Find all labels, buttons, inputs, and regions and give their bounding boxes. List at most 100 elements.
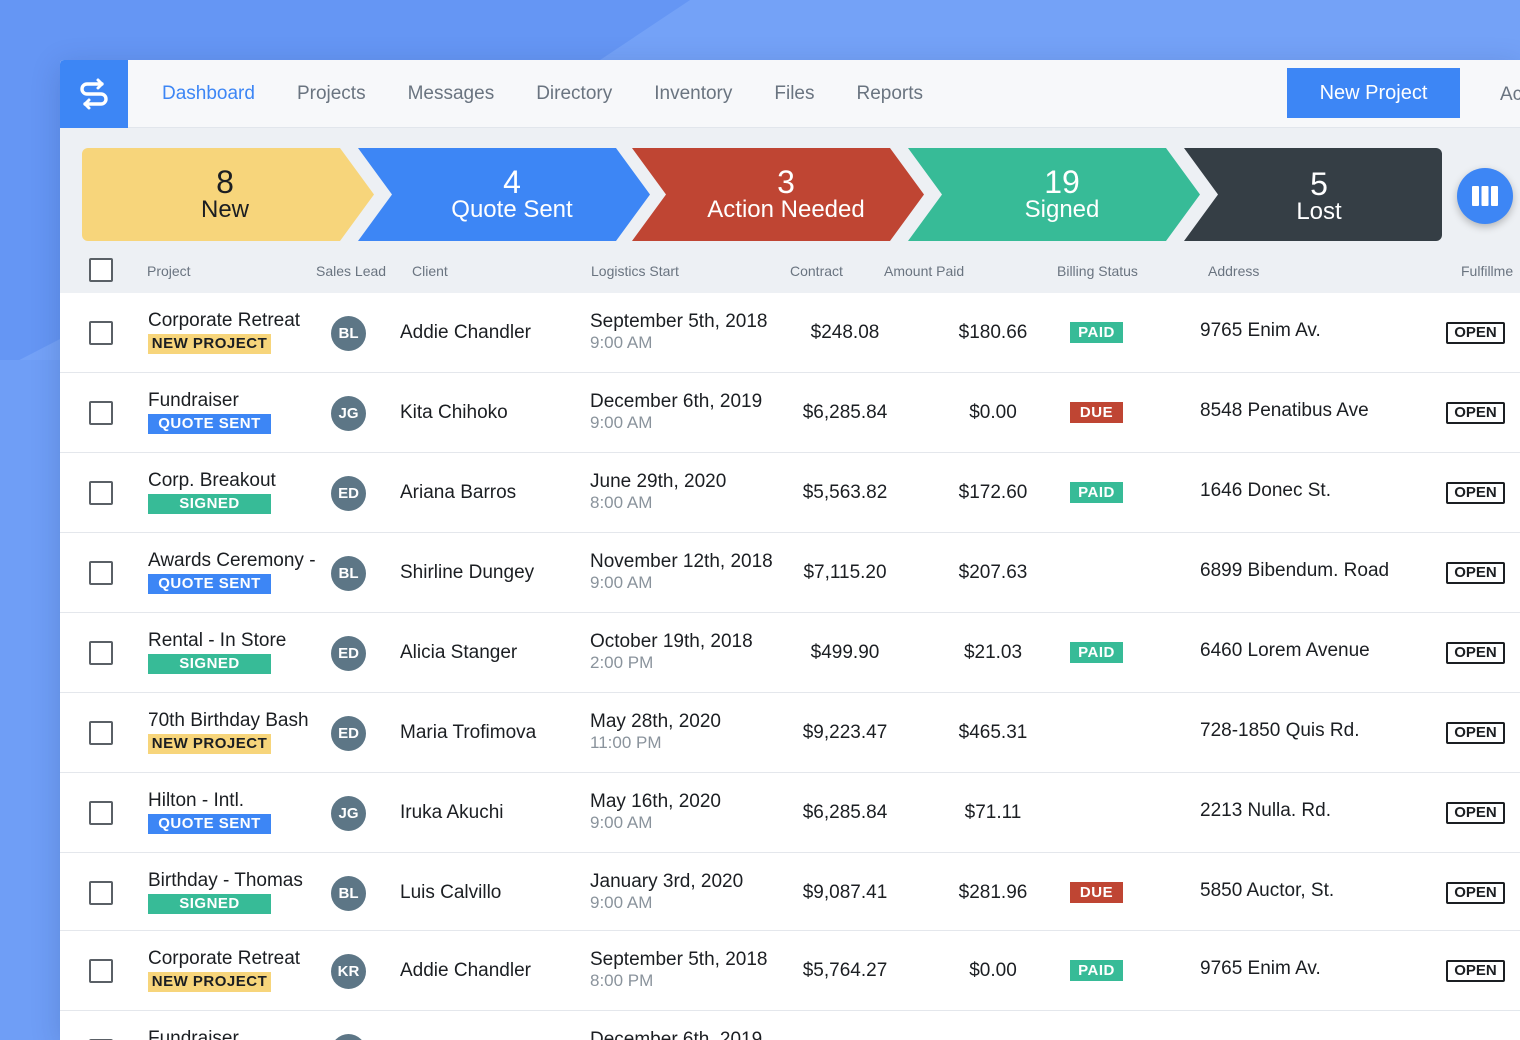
column-header-billing-status[interactable]: Billing Status bbox=[1057, 263, 1138, 279]
project-status-badge: QUOTE SENT bbox=[148, 814, 271, 834]
fulfillment-status-badge: OPEN bbox=[1446, 722, 1505, 744]
sales-lead-avatar[interactable]: ED bbox=[331, 636, 366, 671]
column-header-client[interactable]: Client bbox=[412, 263, 448, 279]
logistics-date: September 5th, 2018 bbox=[590, 311, 768, 332]
sales-lead-avatar[interactable]: JG bbox=[331, 396, 366, 431]
project-name[interactable]: Corporate Retreat bbox=[148, 948, 300, 970]
client-name: Alicia Stanger bbox=[400, 642, 518, 663]
logistics-time: 8:00 AM bbox=[590, 493, 653, 512]
project-status-badge: NEW PROJECT bbox=[148, 972, 271, 992]
table-row[interactable]: Birthday - Thomas SIGNED BL Luis Calvillo Ja… bbox=[60, 853, 1520, 931]
columns-toggle-button[interactable] bbox=[1457, 168, 1513, 224]
table-row[interactable]: Corp. Breakout SIGNED ED Ariana Barros June … bbox=[60, 453, 1520, 533]
project-name[interactable]: 70th Birthday Bash bbox=[148, 710, 309, 732]
billing-status-badge: PAID bbox=[1070, 322, 1123, 343]
table-row[interactable]: Corporate Retreat NEW PROJECT KR Addie Chan… bbox=[60, 931, 1520, 1011]
stage-action-needed[interactable]: 3 Action Needed bbox=[632, 148, 924, 241]
stage-label: Lost bbox=[1296, 197, 1342, 225]
column-header-sales-lead[interactable]: Sales Lead bbox=[316, 263, 386, 279]
project-name[interactable]: Birthday - Thomas bbox=[148, 870, 303, 892]
column-header-logistics-start[interactable]: Logistics Start bbox=[591, 263, 679, 279]
row-checkbox[interactable] bbox=[89, 721, 113, 745]
nav-reports[interactable]: Reports bbox=[857, 83, 924, 105]
stage-count: 19 bbox=[1044, 163, 1080, 200]
nav-files[interactable]: Files bbox=[774, 83, 814, 105]
nav-dashboard[interactable]: Dashboard bbox=[162, 83, 255, 105]
sales-lead-avatar[interactable]: JG bbox=[331, 796, 366, 831]
stage-new[interactable]: 8 New bbox=[82, 148, 374, 241]
billing-status-badge: DUE bbox=[1070, 882, 1123, 903]
project-name[interactable]: Rental - In Store bbox=[148, 630, 286, 652]
stage-quote-sent[interactable]: 4 Quote Sent bbox=[358, 148, 650, 241]
stage-label: Action Needed bbox=[707, 195, 865, 223]
billing-status-badge: DUE bbox=[1070, 402, 1123, 423]
column-header-amount-paid[interactable]: Amount Paid bbox=[884, 263, 964, 279]
project-name[interactable]: Hilton - Intl. bbox=[148, 790, 244, 812]
fulfillment-status-badge: OPEN bbox=[1446, 482, 1505, 504]
row-checkbox[interactable] bbox=[89, 561, 113, 585]
fulfillment-status-badge: OPEN bbox=[1446, 882, 1505, 904]
nav-directory[interactable]: Directory bbox=[536, 83, 612, 105]
fulfillment-status-badge: OPEN bbox=[1446, 642, 1505, 664]
address: 8548 Penatibus Ave bbox=[1200, 400, 1369, 421]
table-row[interactable]: Corporate Retreat NEW PROJECT BL Addie Chan… bbox=[60, 293, 1520, 373]
column-header-contract[interactable]: Contract bbox=[790, 263, 843, 279]
sales-lead-avatar[interactable]: ED bbox=[331, 716, 366, 751]
contract-amount: $6,285.84 bbox=[802, 402, 888, 423]
column-header-fulfillment[interactable]: Fulfillme bbox=[1461, 263, 1513, 279]
sales-lead-avatar[interactable]: BL bbox=[331, 556, 366, 591]
stage-lost[interactable]: 5 Lost bbox=[1184, 148, 1442, 241]
app-window: Dashboard Projects Messages Directory In… bbox=[60, 60, 1520, 1040]
project-name[interactable]: Fundraiser bbox=[148, 1028, 239, 1040]
project-name[interactable]: Corporate Retreat bbox=[148, 310, 300, 332]
nav-account-link[interactable]: Ac bbox=[1500, 84, 1520, 106]
app-logo-icon[interactable] bbox=[60, 60, 128, 128]
client-name: Addie Chandler bbox=[400, 960, 531, 981]
nav-messages[interactable]: Messages bbox=[408, 83, 495, 105]
address: 2213 Nulla. Rd. bbox=[1200, 800, 1331, 821]
sales-lead-avatar[interactable]: ED bbox=[331, 476, 366, 511]
stage-label: Quote Sent bbox=[451, 195, 573, 223]
address: 9765 Enim Av. bbox=[1200, 320, 1321, 341]
stage-signed[interactable]: 19 Signed bbox=[908, 148, 1200, 241]
stage-count: 8 bbox=[216, 163, 234, 200]
fulfillment-status-badge: OPEN bbox=[1446, 802, 1505, 824]
row-checkbox[interactable] bbox=[89, 321, 113, 345]
project-status-badge: QUOTE SENT bbox=[148, 574, 271, 594]
table-row[interactable]: Rental - In Store SIGNED ED Alicia Stanger O… bbox=[60, 613, 1520, 693]
row-checkbox[interactable] bbox=[89, 881, 113, 905]
stage-count: 5 bbox=[1310, 165, 1328, 202]
row-checkbox[interactable] bbox=[89, 801, 113, 825]
select-all-checkbox[interactable] bbox=[89, 258, 113, 282]
contract-amount: $9,223.47 bbox=[802, 722, 888, 743]
table-row[interactable]: Fundraiser QUOTE SENT JG Kita Chihoko Decemb… bbox=[60, 373, 1520, 453]
contract-amount: $499.90 bbox=[810, 642, 880, 663]
table-row[interactable]: 70th Birthday Bash NEW PROJECT ED Maria Tro… bbox=[60, 693, 1520, 773]
row-checkbox[interactable] bbox=[89, 401, 113, 425]
table-row[interactable]: Hilton - Intl. QUOTE SENT JG Iruka Akuchi Ma… bbox=[60, 773, 1520, 853]
column-header-project[interactable]: Project bbox=[147, 263, 191, 279]
sales-lead-avatar[interactable]: BL bbox=[331, 876, 366, 911]
project-name[interactable]: Fundraiser bbox=[148, 390, 239, 412]
table-row[interactable]: Awards Ceremony - QUOTE SENT BL Shirline Du… bbox=[60, 533, 1520, 613]
logistics-time: 9:00 AM bbox=[590, 893, 653, 912]
nav-projects[interactable]: Projects bbox=[297, 83, 366, 105]
row-checkbox[interactable] bbox=[89, 641, 113, 665]
sales-lead-avatar[interactable]: KR bbox=[331, 954, 366, 989]
row-checkbox[interactable] bbox=[89, 481, 113, 505]
column-header-address[interactable]: Address bbox=[1208, 263, 1259, 279]
logistics-time: 9:00 AM bbox=[590, 573, 653, 592]
nav-inventory[interactable]: Inventory bbox=[654, 83, 732, 105]
project-name[interactable]: Awards Ceremony - bbox=[148, 550, 316, 572]
sales-lead-avatar[interactable]: BL bbox=[331, 316, 366, 351]
project-name[interactable]: Corp. Breakout bbox=[148, 470, 276, 492]
sales-lead-avatar[interactable] bbox=[331, 1034, 366, 1040]
amount-paid: $21.03 bbox=[963, 642, 1023, 663]
amount-paid: $465.31 bbox=[958, 722, 1028, 743]
table-row[interactable]: Fundraiser December 6th, 2019 bbox=[60, 1011, 1520, 1040]
logistics-date: December 6th, 2019 bbox=[590, 1029, 763, 1040]
row-checkbox[interactable] bbox=[89, 959, 113, 983]
new-project-button[interactable]: New Project bbox=[1287, 68, 1460, 118]
project-status-badge: SIGNED bbox=[148, 894, 271, 914]
address: 6460 Lorem Avenue bbox=[1200, 640, 1370, 661]
